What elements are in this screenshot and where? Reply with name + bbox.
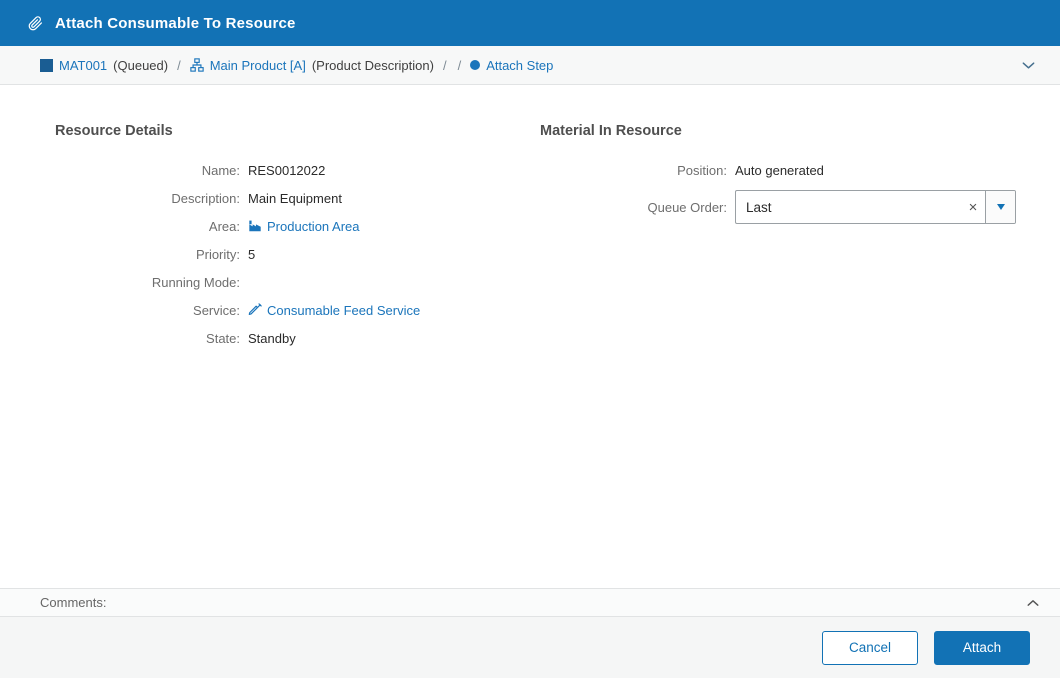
service-link[interactable]: Consumable Feed Service	[248, 303, 420, 318]
area-link[interactable]: Production Area	[248, 219, 360, 234]
material-icon	[40, 59, 53, 72]
attach-button[interactable]: Attach	[934, 631, 1030, 665]
field-row-running-mode: Running Mode:	[55, 268, 540, 296]
field-row-queue-order: Queue Order: Last ×	[540, 190, 1040, 224]
breadcrumb-collapse-button[interactable]	[1017, 54, 1040, 77]
product-name[interactable]: Main Product [A]	[210, 58, 306, 73]
breadcrumb: MAT001 (Queued) / Main Product [A] (Prod…	[0, 46, 1060, 85]
field-row-area: Area: Production Area	[55, 212, 540, 240]
field-row-name: Name: RES0012022	[55, 156, 540, 184]
description-label: Description:	[55, 191, 240, 206]
field-row-description: Description: Main Equipment	[55, 184, 540, 212]
breadcrumb-item-material[interactable]: MAT001 (Queued)	[40, 58, 168, 73]
area-value: Production Area	[248, 219, 540, 234]
chevron-down-icon	[1021, 58, 1036, 73]
resource-details-section: Resource Details Name: RES0012022 Descri…	[55, 123, 540, 588]
step-circle-icon	[470, 60, 480, 70]
priority-value: 5	[248, 247, 540, 262]
position-value: Auto generated	[735, 163, 1040, 178]
clear-x-icon[interactable]: ×	[961, 191, 985, 223]
material-in-resource-section: Material In Resource Position: Auto gene…	[540, 123, 1040, 588]
material-name[interactable]: MAT001	[59, 58, 107, 73]
queue-order-field: Last ×	[735, 190, 1040, 224]
service-label: Service:	[55, 303, 240, 318]
priority-label: Priority:	[55, 247, 240, 262]
material-in-resource-heading: Material In Resource	[540, 123, 1040, 139]
breadcrumb-separator: /	[177, 58, 181, 73]
pipette-icon	[248, 303, 262, 317]
breadcrumb-item-product[interactable]: Main Product [A] (Product Description)	[190, 58, 434, 73]
breadcrumb-separator: /	[443, 58, 447, 73]
footer-action-bar: Cancel Attach	[0, 617, 1060, 678]
area-link-label: Production Area	[267, 219, 360, 234]
comments-panel-header[interactable]: Comments:	[0, 588, 1060, 617]
queue-order-input[interactable]: Last	[736, 191, 961, 223]
field-row-service: Service: Consumable Feed Service	[55, 296, 540, 324]
service-link-label: Consumable Feed Service	[267, 303, 420, 318]
breadcrumb-separator: /	[458, 58, 462, 73]
step-name[interactable]: Attach Step	[486, 58, 553, 73]
page-title: Attach Consumable To Resource	[55, 15, 296, 32]
running-mode-label: Running Mode:	[55, 275, 240, 290]
comments-label: Comments:	[40, 595, 106, 610]
paperclip-icon	[28, 16, 43, 31]
caret-down-icon	[997, 204, 1005, 210]
product-description: (Product Description)	[312, 58, 434, 73]
area-label: Area:	[55, 219, 240, 234]
position-label: Position:	[540, 163, 727, 178]
breadcrumb-item-step[interactable]: Attach Step	[470, 58, 553, 73]
name-label: Name:	[55, 163, 240, 178]
title-bar: Attach Consumable To Resource	[0, 0, 1060, 46]
cancel-button[interactable]: Cancel	[822, 631, 918, 665]
field-row-position: Position: Auto generated	[540, 156, 1040, 184]
state-value: Standby	[248, 331, 540, 346]
queue-order-combobox[interactable]: Last ×	[735, 190, 1016, 224]
product-icon	[190, 58, 204, 72]
field-row-state: State: Standby	[55, 324, 540, 352]
resource-details-heading: Resource Details	[55, 123, 540, 139]
field-row-priority: Priority: 5	[55, 240, 540, 268]
name-value: RES0012022	[248, 163, 540, 178]
queue-order-label: Queue Order:	[540, 200, 727, 215]
queue-order-dropdown-button[interactable]	[985, 191, 1015, 223]
chevron-up-icon	[1026, 596, 1040, 610]
state-label: State:	[55, 331, 240, 346]
service-value: Consumable Feed Service	[248, 303, 540, 318]
material-state: (Queued)	[113, 58, 168, 73]
factory-icon	[248, 219, 262, 233]
comments-toggle-button[interactable]	[1024, 594, 1042, 612]
main-content: Resource Details Name: RES0012022 Descri…	[0, 85, 1060, 588]
description-value: Main Equipment	[248, 191, 540, 206]
